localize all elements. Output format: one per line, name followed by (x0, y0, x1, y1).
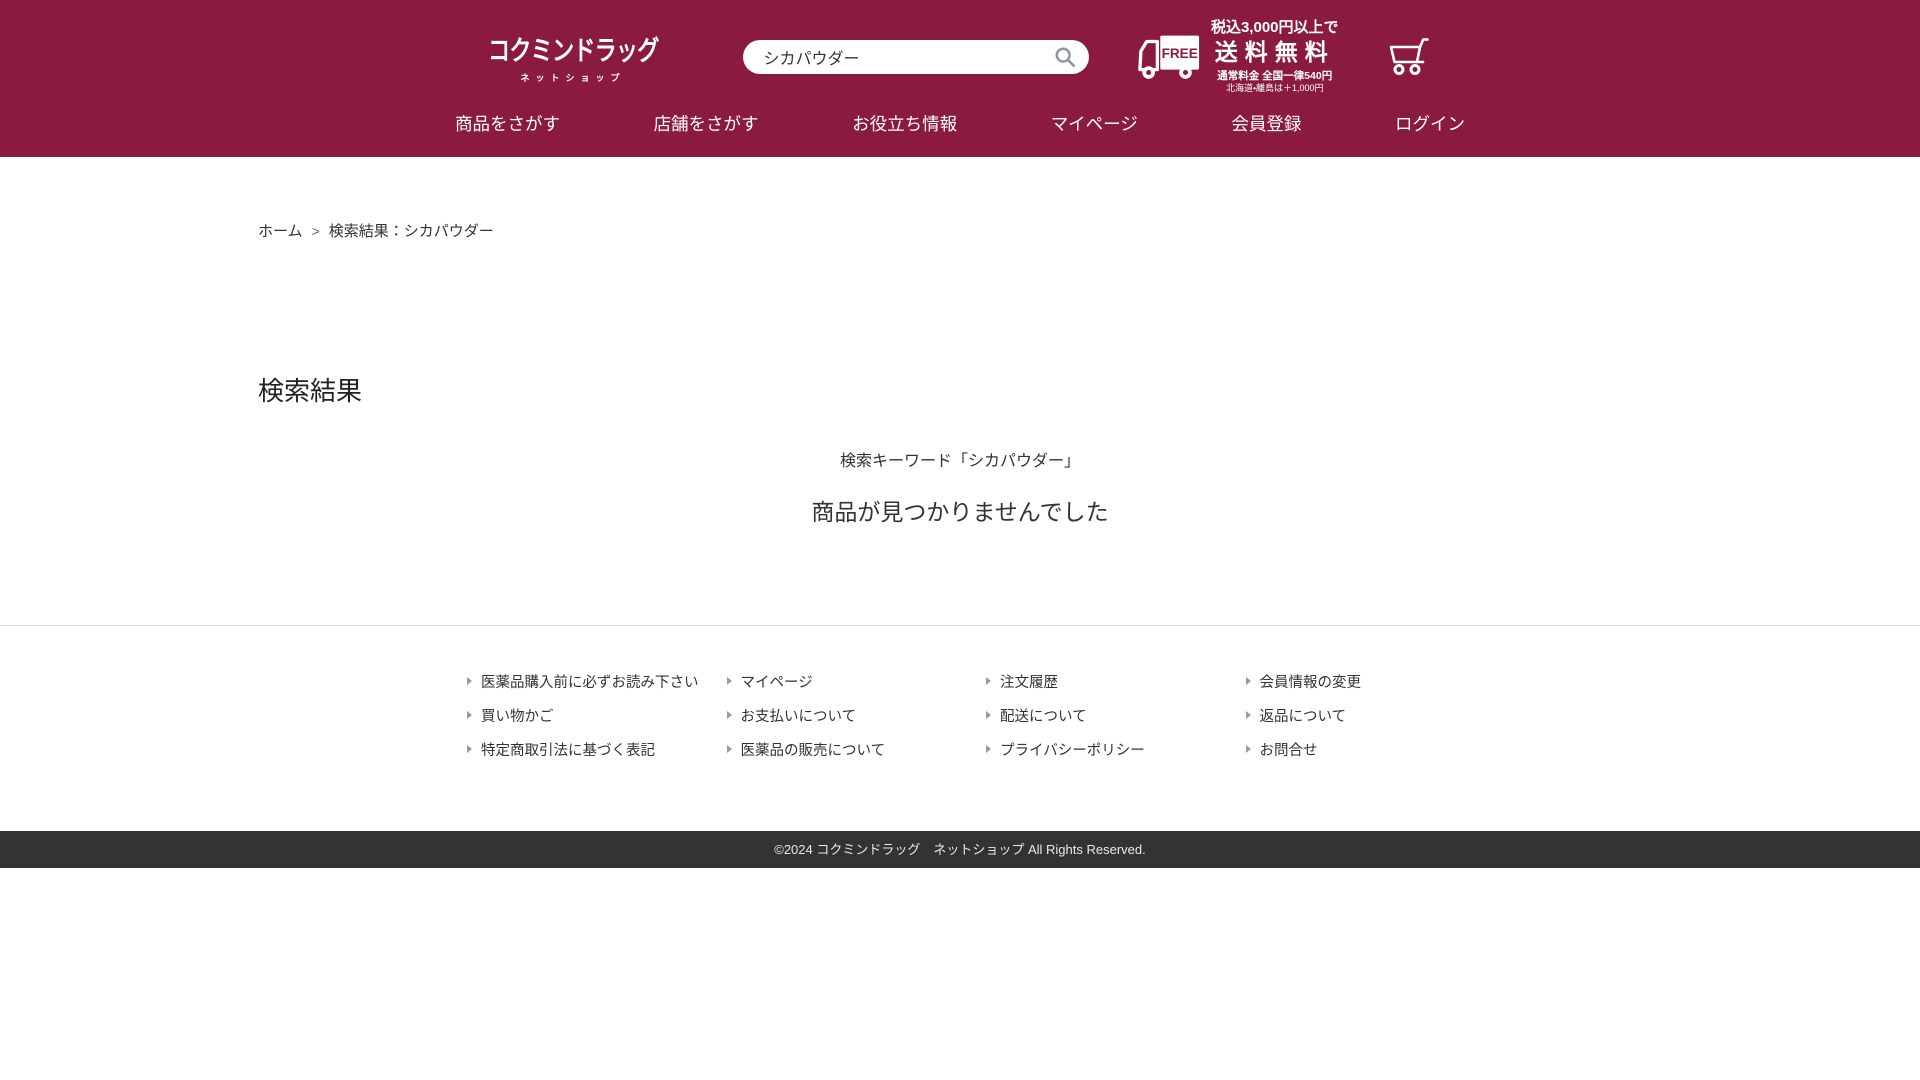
footer-link-label: お問合せ (1260, 739, 1318, 760)
footer-link-label: お支払いについて (741, 705, 857, 726)
footer-link-columns: 医薬品購入前に必ずお読み下さい 買い物かご 特定商取引法に基づく表記 マイページ… (441, 671, 1479, 773)
arrow-right-icon (1246, 711, 1251, 719)
no-results-message: 商品が見つかりませんでした (258, 493, 1662, 527)
arrow-right-icon (727, 677, 732, 685)
footer-link-label: プライバシーポリシー (1000, 739, 1145, 760)
nav-item-stores[interactable]: 店舗をさがす (654, 113, 759, 135)
footer-link-label: 医薬品の販売について (741, 739, 886, 760)
header-top-row: コクミンドラッグ ネットショップ FREE 税込3,000円以上で (488, 0, 1432, 113)
arrow-right-icon (467, 745, 472, 753)
footer-link-drug-notice[interactable]: 医薬品購入前に必ずお読み下さい (467, 671, 701, 691)
nav-item-info[interactable]: お役立ち情報 (852, 113, 957, 135)
truck-free-badge: FREE (1162, 45, 1198, 60)
footer-link-drug-sales[interactable]: 医薬品の販売について (727, 739, 961, 759)
page-title: 検索結果 (258, 371, 1662, 408)
shipping-normal-fee: 通常料金 全国一律540円 (1211, 70, 1339, 82)
arrow-right-icon (986, 711, 991, 719)
footer-column-1: 医薬品購入前に必ずお読み下さい 買い物かご 特定商取引法に基づく表記 (441, 671, 701, 773)
footer-link-member-info[interactable]: 会員情報の変更 (1246, 671, 1480, 691)
footer-link-cart[interactable]: 買い物かご (467, 705, 701, 725)
arrow-right-icon (727, 711, 732, 719)
footer-link-order-history[interactable]: 注文履歴 (986, 671, 1220, 691)
shipping-remote-fee: 北海道・離島は＋1,000円 (1211, 83, 1339, 93)
site-logo[interactable]: コクミンドラッグ ネットショップ (488, 29, 696, 84)
arrow-right-icon (1246, 745, 1251, 753)
shipping-threshold: 税込3,000円以上で (1211, 19, 1339, 36)
cart-icon[interactable] (1386, 36, 1432, 78)
footer-column-4: 会員情報の変更 返品について お問合せ (1220, 671, 1480, 773)
footer-link-mypage[interactable]: マイページ (727, 671, 961, 691)
footer-link-label: 会員情報の変更 (1260, 671, 1362, 692)
arrow-right-icon (467, 677, 472, 685)
breadcrumb-current: 検索結果：シカパウダー (329, 223, 494, 240)
free-shipping-truck-icon: FREE (1137, 33, 1201, 81)
site-footer: 医薬品購入前に必ずお読み下さい 買い物かご 特定商取引法に基づく表記 マイページ… (0, 625, 1920, 831)
footer-link-contact[interactable]: お問合せ (1246, 739, 1480, 759)
footer-link-commerce-law[interactable]: 特定商取引法に基づく表記 (467, 739, 701, 759)
free-shipping-banner: FREE 税込3,000円以上で 送料無料 通常料金 全国一律540円 北海道・… (1137, 19, 1339, 93)
arrow-right-icon (467, 711, 472, 719)
search-results-area: 検索結果 検索キーワード「シカパウダー」 商品が見つかりませんでした (258, 371, 1662, 625)
breadcrumb-separator: > (312, 223, 320, 239)
arrow-right-icon (1246, 677, 1251, 685)
footer-column-2: マイページ お支払いについて 医薬品の販売について (701, 671, 961, 773)
search-keyword-text: 検索キーワード「シカパウダー」 (258, 447, 1662, 471)
footer-link-label: 特定商取引法に基づく表記 (481, 739, 655, 760)
site-header: コクミンドラッグ ネットショップ FREE 税込3,000円以上で (0, 0, 1920, 157)
arrow-right-icon (986, 745, 991, 753)
footer-link-payment[interactable]: お支払いについて (727, 705, 961, 725)
footer-link-privacy-policy[interactable]: プライバシーポリシー (986, 739, 1220, 759)
copyright-bar: ©2024 コクミンドラッグ ネットショップ All Rights Reserv… (0, 831, 1920, 868)
nav-item-login[interactable]: ログイン (1395, 113, 1465, 135)
arrow-right-icon (727, 745, 732, 753)
footer-link-label: 配送について (1000, 705, 1087, 726)
copyright-text: ©2024 コクミンドラッグ ネットショップ All Rights Reserv… (774, 842, 1146, 857)
breadcrumb: ホーム > 検索結果：シカパウダー (258, 157, 1662, 241)
footer-link-returns[interactable]: 返品について (1246, 705, 1480, 725)
footer-link-label: 医薬品購入前に必ずお読み下さい (481, 671, 699, 692)
footer-link-label: 返品について (1260, 705, 1347, 726)
search-input[interactable] (743, 40, 1089, 74)
footer-link-delivery[interactable]: 配送について (986, 705, 1220, 725)
nav-item-products[interactable]: 商品をさがす (455, 113, 560, 135)
nav-item-mypage[interactable]: マイページ (1051, 113, 1138, 135)
shipping-text-block: 税込3,000円以上で 送料無料 通常料金 全国一律540円 北海道・離島は＋1… (1211, 19, 1339, 93)
search-box (743, 40, 1089, 74)
nav-item-register[interactable]: 会員登録 (1231, 113, 1301, 135)
logo-main-text: コクミンドラッグ (488, 29, 659, 68)
shipping-free-label: 送料無料 (1211, 39, 1339, 65)
footer-link-label: 買い物かご (481, 705, 554, 726)
logo-sub-text: ネットショップ (488, 71, 658, 84)
footer-column-3: 注文履歴 配送について プライバシーポリシー (960, 671, 1220, 773)
arrow-right-icon (986, 677, 991, 685)
no-results-block: 検索キーワード「シカパウダー」 商品が見つかりませんでした (258, 447, 1662, 527)
footer-link-label: 注文履歴 (1000, 671, 1058, 692)
main-nav: 商品をさがす 店舗をさがす お役立ち情報 マイページ 会員登録 ログイン (455, 113, 1465, 157)
breadcrumb-home-link[interactable]: ホーム (258, 223, 303, 240)
footer-link-label: マイページ (741, 671, 813, 692)
search-icon[interactable] (1054, 46, 1076, 68)
